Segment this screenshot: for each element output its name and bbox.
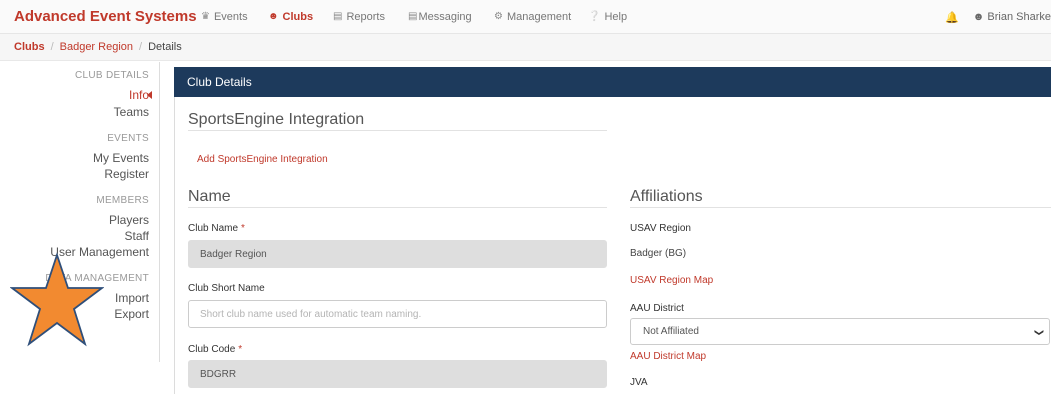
nav-messaging[interactable]: ▤ Messaging <box>408 11 472 23</box>
breadcrumb: Clubs / Badger Region / Details <box>0 34 1051 61</box>
sidebar-heading-members: MEMBERS <box>96 195 149 206</box>
sidebar-heading-events: EVENTS <box>107 133 149 144</box>
aau-district-select[interactable]: Not Affiliated ❯ <box>630 318 1050 345</box>
gears-icon: ⚙ <box>494 11 503 22</box>
nav-help[interactable]: ❔ Help <box>588 11 627 23</box>
nav-help-label: Help <box>604 10 628 23</box>
club-short-name-field[interactable] <box>188 300 607 328</box>
user-menu[interactable]: ☻ Brian Sharke <box>973 11 1051 23</box>
star-graphic <box>10 252 104 347</box>
nav-reports[interactable]: ▤ Reports <box>333 11 385 23</box>
nav-clubs[interactable]: ☻ Clubs <box>268 11 313 23</box>
bar-chart-icon: ▤ <box>408 11 418 22</box>
club-name-label-text: Club Name <box>188 223 239 234</box>
app-title[interactable]: Advanced Event Systems <box>14 8 197 25</box>
trophy-icon: ♛ <box>201 11 210 22</box>
panel-header: Club Details <box>174 67 1051 97</box>
section-divider <box>630 207 1051 208</box>
section-divider <box>188 207 607 208</box>
panel-title: Club Details <box>187 75 252 89</box>
breadcrumb-details: Details <box>148 41 182 53</box>
star-shape <box>10 252 104 347</box>
chevron-down-icon: ❯ <box>1034 328 1045 337</box>
breadcrumb-separator: / <box>50 41 54 53</box>
nav-right: 🔔 ☻ Brian Sharke <box>945 0 1051 34</box>
breadcrumb-clubs[interactable]: Clubs <box>14 41 45 53</box>
nav-clubs-label: Clubs <box>282 10 314 23</box>
sidebar-heading-club-details: CLUB DETAILS <box>75 70 149 81</box>
users-icon: ☻ <box>268 11 279 22</box>
usav-region-map-link[interactable]: USAV Region Map <box>630 275 713 286</box>
required-mark: * <box>238 344 243 355</box>
usav-region-label: USAV Region <box>630 223 691 234</box>
sidebar-item-my-events[interactable]: My Events <box>93 151 149 165</box>
user-name: Brian Sharke <box>987 11 1051 23</box>
breadcrumb-badger-region[interactable]: Badger Region <box>60 41 133 53</box>
usav-region-value: Badger (BG) <box>630 248 687 259</box>
aau-district-map-link[interactable]: AAU District Map <box>630 351 706 362</box>
sportsengine-title: SportsEngine Integration <box>188 111 365 128</box>
bar-chart-icon: ▤ <box>333 11 343 22</box>
sidebar-item-players[interactable]: Players <box>109 213 149 227</box>
bell-icon[interactable]: 🔔 <box>945 11 959 24</box>
question-circle-icon: ❔ <box>588 11 601 22</box>
active-indicator-icon <box>147 91 152 99</box>
required-mark: * <box>241 223 245 234</box>
sidebar-item-info[interactable]: Info <box>128 88 152 102</box>
nav-reports-label: Reports <box>346 10 385 23</box>
top-navbar: Advanced Event Systems ♛ Events ☻ Clubs … <box>0 0 1051 34</box>
club-short-name-label: Club Short Name <box>188 283 265 294</box>
breadcrumb-separator: / <box>139 41 143 53</box>
sidebar-item-staff[interactable]: Staff <box>125 229 149 243</box>
sidebar-item-import[interactable]: Import <box>115 291 149 305</box>
nav-events-label: Events <box>213 10 248 23</box>
club-code-field[interactable] <box>188 360 607 388</box>
sidebar-item-teams[interactable]: Teams <box>114 105 149 119</box>
club-name-label: Club Name * <box>188 223 245 234</box>
nav-management[interactable]: ⚙ Management <box>494 11 571 23</box>
club-code-label-text: Club Code <box>188 344 236 355</box>
sidebar-item-register[interactable]: Register <box>104 167 149 181</box>
section-divider <box>188 130 607 131</box>
nav-management-label: Management <box>506 10 572 23</box>
club-code-label: Club Code * <box>188 344 242 355</box>
aau-district-label: AAU District <box>630 303 684 314</box>
add-sportsengine-link[interactable]: Add SportsEngine Integration <box>197 154 328 165</box>
sidebar-item-export[interactable]: Export <box>114 307 149 321</box>
jva-label: JVA <box>630 377 648 388</box>
user-icon: ☻ <box>972 11 988 23</box>
club-details-panel: SportsEngine Integration Add SportsEngin… <box>174 97 1051 394</box>
nav-events[interactable]: ♛ Events <box>201 11 248 23</box>
nav-messaging-label: Messaging <box>418 10 472 23</box>
club-name-field[interactable] <box>188 240 607 268</box>
affiliations-title: Affiliations <box>630 188 703 205</box>
aau-district-selected: Not Affiliated <box>643 326 699 337</box>
name-section-title: Name <box>188 188 231 205</box>
sidebar-item-info-label: Info <box>128 88 149 102</box>
